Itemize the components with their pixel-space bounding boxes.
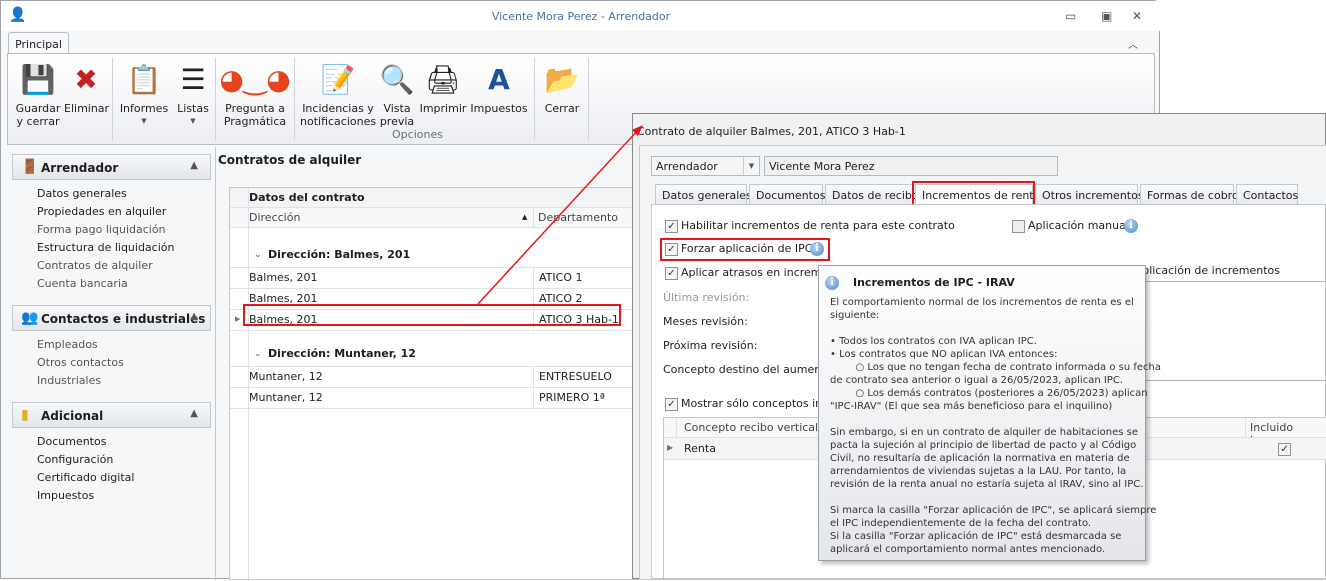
annotation-arrow — [477, 125, 643, 305]
